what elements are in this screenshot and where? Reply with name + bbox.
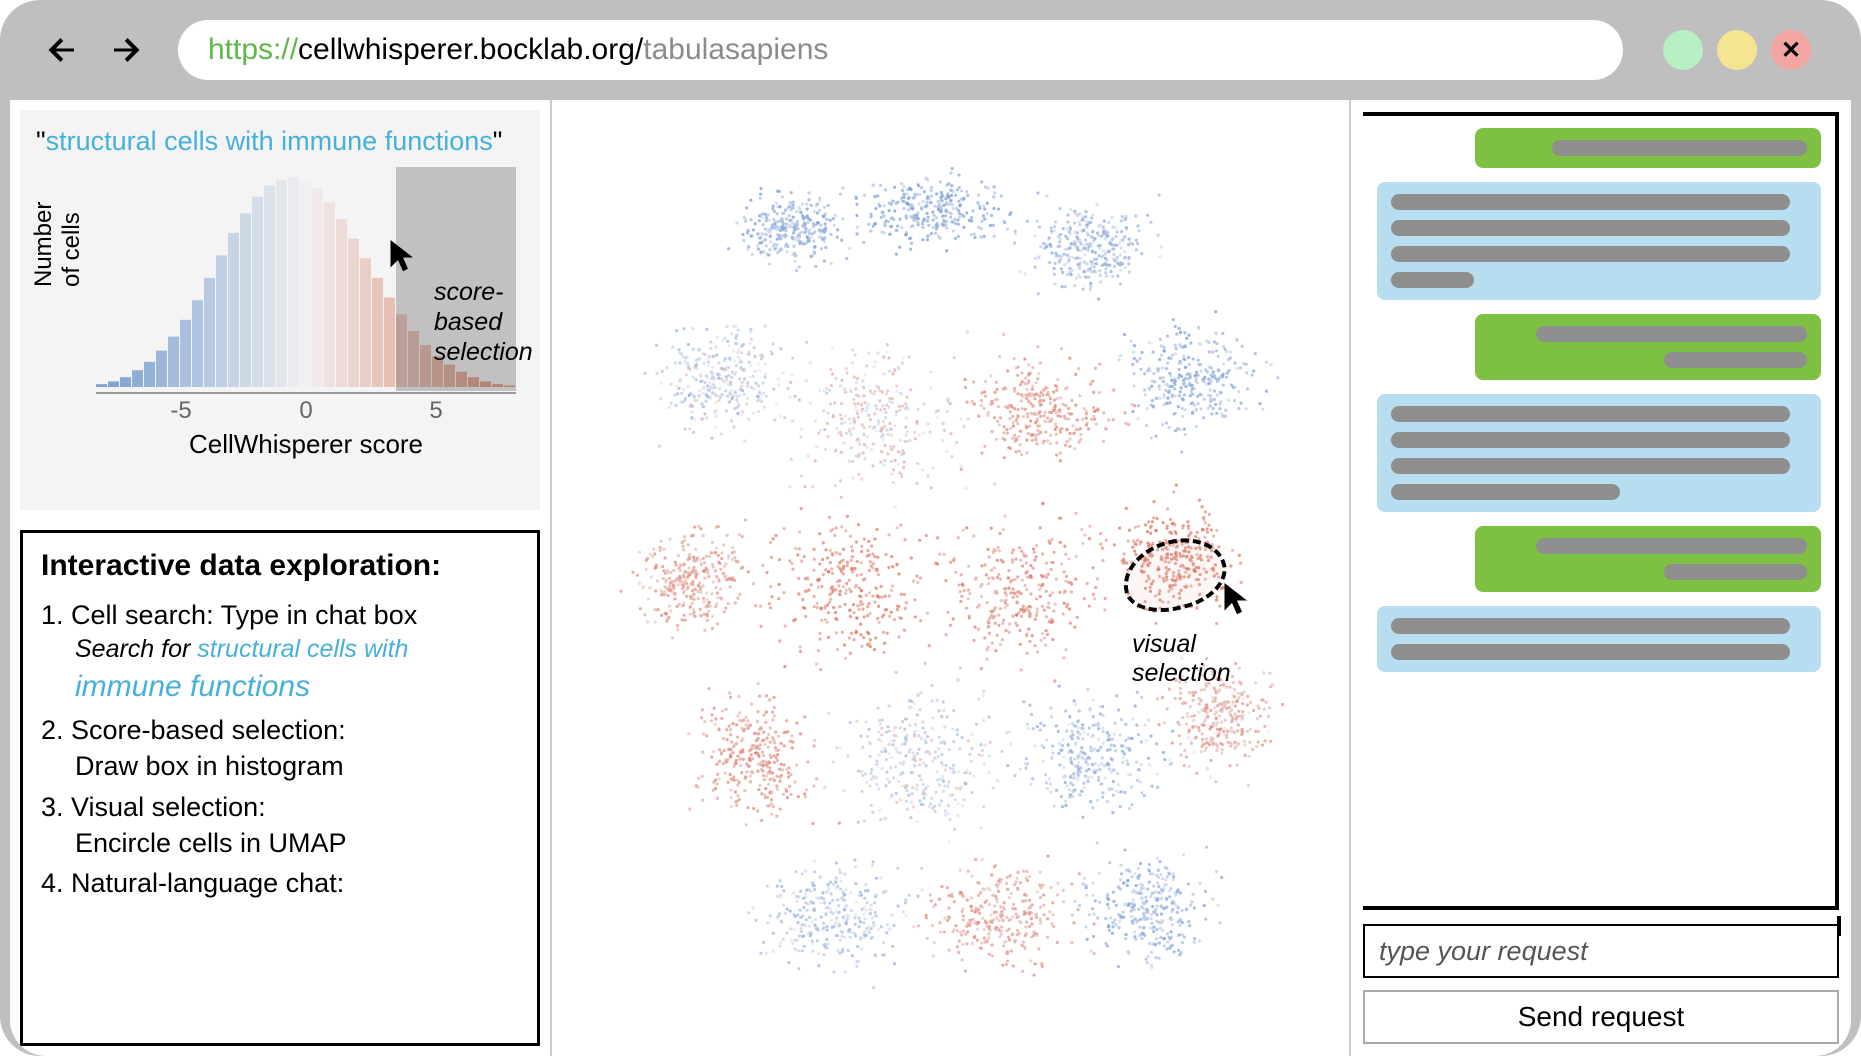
- content-area: "structural cells with immune functions"…: [10, 100, 1851, 1056]
- info-list: 1. Cell search: Type in chat box Search …: [41, 597, 519, 902]
- info-step-3b: Encircle cells in UMAP: [75, 825, 519, 861]
- umap-panel[interactable]: visual selection: [550, 100, 1351, 1056]
- chat-history[interactable]: [1363, 112, 1839, 910]
- window-controls: ✕: [1663, 30, 1811, 70]
- chat-message-user: [1475, 314, 1821, 380]
- nav-arrows: [40, 28, 148, 72]
- send-button-label: Send request: [1518, 1001, 1685, 1033]
- info-step-1-sub: Search for structural cells with immune …: [75, 633, 519, 707]
- x-axis-label: CellWhisperer score: [96, 429, 516, 460]
- chat-message-user: [1475, 526, 1821, 592]
- cursor-icon: [388, 237, 418, 278]
- info-title: Interactive data exploration:: [41, 549, 519, 583]
- query-line: "structural cells with immune functions": [36, 126, 524, 157]
- back-button[interactable]: [40, 28, 84, 72]
- histogram-area[interactable]: Number of cells score-based selection -5…: [36, 167, 524, 427]
- score-selection-label: score-based selection: [434, 277, 533, 367]
- query-text: structural cells with immune functions: [46, 126, 493, 156]
- x-axis-line: [96, 392, 516, 394]
- arrow-left-icon: [44, 32, 80, 68]
- chat-message-user: [1475, 128, 1821, 168]
- x-tick: 0: [299, 397, 312, 425]
- x-tick: 5: [429, 397, 442, 425]
- left-panel: "structural cells with immune functions"…: [10, 100, 550, 1056]
- close-icon: ✕: [1781, 36, 1801, 65]
- maximize-button[interactable]: [1717, 30, 1757, 70]
- info-step-4: 4. Natural-language chat:: [41, 865, 519, 901]
- close-button[interactable]: ✕: [1771, 30, 1811, 70]
- info-step-2b: Draw box in histogram: [75, 748, 519, 784]
- info-step-2: 2. Score-based selection:: [41, 712, 519, 748]
- chat-panel: type your request Send request: [1351, 100, 1851, 1056]
- browser-top-bar: https://cellwhisperer.bocklab.org/tabula…: [0, 0, 1861, 100]
- y-axis-label: Number of cells: [30, 202, 86, 287]
- url-path: tabulasapiens: [643, 33, 828, 67]
- info-step-3: 3. Visual selection:: [41, 789, 519, 825]
- chat-input-placeholder: type your request: [1379, 936, 1588, 967]
- quote-close: ": [493, 126, 503, 156]
- quote-open: ": [36, 126, 46, 156]
- arrow-right-icon: [108, 32, 144, 68]
- forward-button[interactable]: [104, 28, 148, 72]
- chat-message-bot: [1377, 182, 1821, 300]
- minimize-button[interactable]: [1663, 30, 1703, 70]
- send-request-button[interactable]: Send request: [1363, 990, 1839, 1044]
- url-protocol: https://: [208, 33, 298, 67]
- url-domain: cellwhisperer.bocklab.org/: [298, 33, 643, 67]
- info-panel: Interactive data exploration: 1. Cell se…: [20, 530, 540, 1046]
- visual-selection-label: visual selection: [1132, 630, 1231, 688]
- browser-window: https://cellwhisperer.bocklab.org/tabula…: [0, 0, 1861, 1056]
- chat-message-bot: [1377, 606, 1821, 672]
- cursor-icon: [1222, 580, 1252, 621]
- url-bar[interactable]: https://cellwhisperer.bocklab.org/tabula…: [178, 20, 1623, 80]
- info-step-1: 1. Cell search: Type in chat box: [41, 597, 519, 633]
- chat-message-bot: [1377, 394, 1821, 512]
- chat-input[interactable]: type your request: [1363, 924, 1839, 978]
- x-tick: -5: [170, 397, 191, 425]
- histogram-panel: "structural cells with immune functions"…: [20, 110, 540, 510]
